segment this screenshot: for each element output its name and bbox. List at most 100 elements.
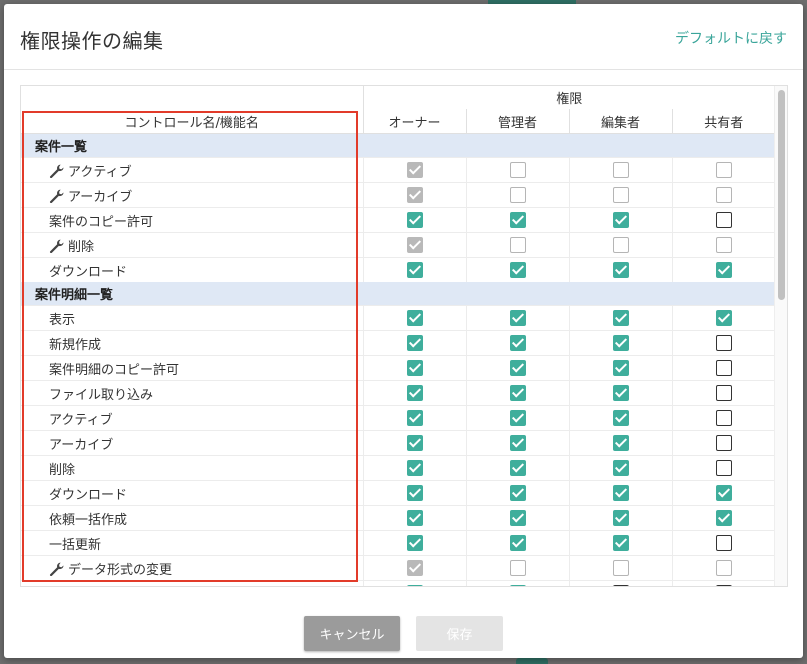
- permission-checkbox-owner[interactable]: [406, 585, 423, 586]
- permission-cell-admin: [465, 305, 569, 331]
- permission-cell-sharer: [671, 455, 775, 481]
- permission-checkbox-editor[interactable]: [612, 485, 629, 501]
- control-name-cell: ダウンロード: [21, 257, 363, 282]
- table-row: 依頼一括作成: [21, 505, 775, 531]
- control-name-cell: アーカイブ: [21, 430, 363, 456]
- permission-cell-editor: [568, 305, 672, 331]
- permission-checkbox-sharer[interactable]: [715, 262, 732, 278]
- section-header-row: 案件一覧: [21, 133, 775, 158]
- permission-checkbox-editor[interactable]: [612, 335, 629, 351]
- permission-cell-admin: [465, 207, 569, 233]
- permission-table-body: 案件一覧 アクティブ アーカイブ 案件のコピー許可 削除 ダウンロード 案件明細一覧 表示 新規…: [21, 133, 775, 586]
- permission-cell-editor: [568, 157, 672, 183]
- permission-checkbox-admin[interactable]: [509, 435, 526, 451]
- permission-cell-admin: [465, 257, 569, 282]
- control-name-cell: 一括更新: [21, 530, 363, 556]
- permission-cell-admin: [465, 405, 569, 431]
- permission-checkbox-admin[interactable]: [509, 410, 526, 426]
- permission-checkbox-editor[interactable]: [612, 535, 629, 551]
- permission-checkbox-owner[interactable]: [406, 510, 423, 526]
- permission-checkbox-admin[interactable]: [509, 262, 526, 278]
- permission-checkbox-owner[interactable]: [406, 435, 423, 451]
- permission-checkbox-editor: [612, 237, 629, 253]
- permission-cell-owner: [362, 405, 466, 431]
- permission-checkbox-admin[interactable]: [509, 585, 526, 586]
- permission-checkbox-owner[interactable]: [406, 535, 423, 551]
- permission-cell-admin: [465, 555, 569, 581]
- permission-checkbox-sharer[interactable]: [715, 310, 732, 326]
- permission-checkbox-admin[interactable]: [509, 535, 526, 551]
- reset-to-default-link[interactable]: デフォルトに戻す: [675, 28, 787, 48]
- section-header-row: 案件明細一覧: [21, 282, 775, 306]
- table-scrollbar[interactable]: [774, 86, 787, 586]
- permission-checkbox-admin[interactable]: [509, 385, 526, 401]
- permission-checkbox-editor[interactable]: [612, 360, 629, 376]
- permission-checkbox-owner[interactable]: [406, 360, 423, 376]
- permission-checkbox-owner[interactable]: [406, 212, 423, 228]
- permission-checkbox-sharer: [715, 187, 732, 203]
- control-name-cell: データ形式の変更: [21, 555, 363, 581]
- permission-checkbox-editor[interactable]: [612, 510, 629, 526]
- permission-checkbox-editor[interactable]: [612, 262, 629, 278]
- save-button[interactable]: 保存: [416, 616, 503, 651]
- permission-checkbox-editor[interactable]: [612, 212, 629, 228]
- permission-cell-admin: [465, 380, 569, 406]
- permission-checkbox-sharer[interactable]: [715, 435, 732, 451]
- permission-checkbox-sharer[interactable]: [715, 460, 732, 476]
- permission-checkbox-admin[interactable]: [509, 460, 526, 476]
- permission-checkbox-owner[interactable]: [406, 460, 423, 476]
- control-name-cell: 案件明細のコピー許可: [21, 355, 363, 381]
- permission-checkbox-admin[interactable]: [509, 310, 526, 326]
- control-name-cell: 表示形式の変更: [21, 580, 363, 586]
- permission-checkbox-sharer[interactable]: [715, 510, 732, 526]
- permission-checkbox-editor[interactable]: [612, 385, 629, 401]
- permission-checkbox-editor: [612, 560, 629, 576]
- table-row: 削除: [21, 455, 775, 481]
- permission-table-scroll-area[interactable]: 権限 コントロール名/機能名 オーナー 管理者 編集者 共有者 案件一覧 アクティ…: [21, 86, 775, 586]
- permission-checkbox-sharer[interactable]: [715, 485, 732, 501]
- permission-cell-sharer: [671, 207, 775, 233]
- control-name-label: 一括更新: [49, 537, 102, 553]
- permission-checkbox-editor[interactable]: [612, 585, 629, 586]
- permission-checkbox-sharer[interactable]: [715, 385, 732, 401]
- permission-checkbox-sharer[interactable]: [715, 410, 732, 426]
- permission-checkbox-admin[interactable]: [509, 212, 526, 228]
- permission-checkbox-owner[interactable]: [406, 262, 423, 278]
- permission-checkbox-sharer[interactable]: [715, 335, 732, 351]
- permission-cell-editor: [568, 455, 672, 481]
- permission-group-header: 権限: [362, 86, 775, 109]
- control-name-label: アクティブ: [49, 412, 113, 428]
- control-name-cell: ファイル取り込み: [21, 380, 363, 406]
- table-scrollbar-thumb[interactable]: [778, 90, 785, 300]
- permission-checkbox-owner[interactable]: [406, 310, 423, 326]
- permission-cell-sharer: [671, 232, 775, 258]
- permission-checkbox-admin[interactable]: [509, 485, 526, 501]
- dialog-header: 権限操作の編集 デフォルトに戻す: [4, 4, 803, 70]
- permission-checkbox-owner[interactable]: [406, 385, 423, 401]
- permission-checkbox-sharer[interactable]: [715, 360, 732, 376]
- cancel-button[interactable]: キャンセル: [304, 616, 400, 651]
- table-row: アーカイブ: [21, 430, 775, 456]
- permission-cell-editor: [568, 580, 672, 586]
- permission-cell-owner: [362, 305, 466, 331]
- permission-checkbox-owner[interactable]: [406, 335, 423, 351]
- permission-checkbox-sharer[interactable]: [715, 585, 732, 586]
- permission-checkbox-sharer[interactable]: [715, 212, 732, 228]
- control-name-label: アーカイブ: [68, 189, 133, 205]
- permission-checkbox-admin[interactable]: [509, 510, 526, 526]
- permission-cell-editor: [568, 355, 672, 381]
- control-name-cell: 表示: [21, 305, 363, 331]
- permission-checkbox-editor[interactable]: [612, 460, 629, 476]
- permission-checkbox-admin[interactable]: [509, 335, 526, 351]
- table-row: アクティブ: [21, 405, 775, 431]
- table-row: ファイル取り込み: [21, 380, 775, 406]
- permission-checkbox-sharer[interactable]: [715, 535, 732, 551]
- permission-checkbox-admin[interactable]: [509, 360, 526, 376]
- permission-checkbox-editor[interactable]: [612, 410, 629, 426]
- permission-checkbox-owner[interactable]: [406, 410, 423, 426]
- permission-checkbox-editor[interactable]: [612, 435, 629, 451]
- permission-checkbox-owner[interactable]: [406, 485, 423, 501]
- table-row: アーカイブ: [21, 182, 775, 208]
- permission-checkbox-editor[interactable]: [612, 310, 629, 326]
- permission-cell-editor: [568, 207, 672, 233]
